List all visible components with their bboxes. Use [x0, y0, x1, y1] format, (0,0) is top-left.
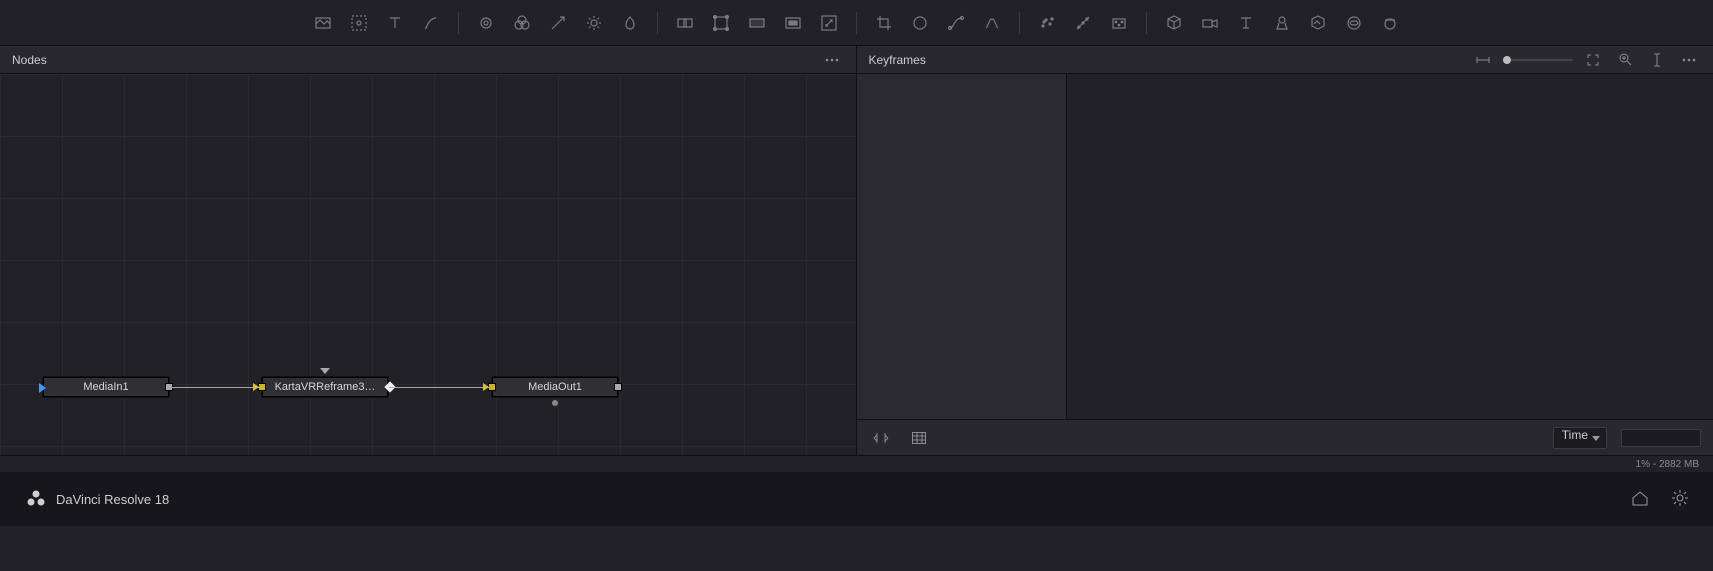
node-label: MediaIn1: [83, 381, 128, 393]
text-icon[interactable]: [378, 6, 412, 40]
fit-vert-icon[interactable]: [1645, 48, 1669, 72]
fit-horiz-icon[interactable]: [1471, 48, 1495, 72]
resize-icon[interactable]: [812, 6, 846, 40]
status-bar: 1% - 2882 MB: [0, 456, 1713, 472]
background-icon[interactable]: [306, 6, 340, 40]
keyer-icon[interactable]: [541, 6, 575, 40]
time-mode-select[interactable]: Time: [1553, 427, 1607, 449]
settings-icon[interactable]: [1671, 489, 1689, 510]
ellipse-icon[interactable]: [903, 6, 937, 40]
brightness-icon[interactable]: [577, 6, 611, 40]
polygon-icon[interactable]: [975, 6, 1009, 40]
app-brand: DaVinci Resolve 18: [0, 489, 169, 509]
zoom-slider[interactable]: [1503, 59, 1573, 61]
spotlight-icon[interactable]: [1265, 6, 1299, 40]
renderer3d-icon[interactable]: [1337, 6, 1371, 40]
node-label: KartaVRReframe3…: [275, 381, 376, 393]
text3d-icon[interactable]: [1229, 6, 1263, 40]
rectangle-icon[interactable]: [740, 6, 774, 40]
merge-icon[interactable]: [668, 6, 702, 40]
time-offset-field[interactable]: [1621, 429, 1701, 447]
node-label: MediaOut1: [528, 381, 582, 393]
image3d-icon[interactable]: [1301, 6, 1335, 40]
nodes-panel-title: Nodes: [12, 53, 47, 67]
node-n1[interactable]: MediaIn1: [42, 376, 170, 398]
blur-icon[interactable]: [469, 6, 503, 40]
app-name-label: DaVinci Resolve 18: [56, 492, 169, 507]
particles-icon[interactable]: [1030, 6, 1064, 40]
keyframes-panel-header: Keyframes: [857, 46, 1713, 74]
keyframes-options-icon[interactable]: [1677, 48, 1701, 72]
keyframes-panel-title: Keyframes: [869, 53, 926, 67]
nodes-panel-header: Nodes: [0, 46, 856, 74]
node-n2[interactable]: KartaVRReframe3…: [261, 376, 389, 398]
node-n3[interactable]: MediaOut1: [491, 376, 619, 398]
memory-status: 1% - 2882 MB: [1636, 459, 1699, 470]
node-graph[interactable]: MediaIn1 KartaVRReframe3… MediaOut1: [0, 74, 856, 455]
time-mode-label: Time: [1562, 428, 1588, 442]
home-icon[interactable]: [1631, 489, 1649, 510]
prender-icon[interactable]: [1102, 6, 1136, 40]
transform-icon[interactable]: [704, 6, 738, 40]
keyframe-timeline[interactable]: [1067, 74, 1713, 419]
crop-icon[interactable]: [867, 6, 901, 40]
paint-icon[interactable]: [414, 6, 448, 40]
fullscreen-icon[interactable]: [1581, 48, 1605, 72]
nodes-options-icon[interactable]: [820, 48, 844, 72]
fusion-toolbar: [0, 0, 1713, 46]
keyframe-tree[interactable]: [857, 74, 1067, 419]
shape3d-icon[interactable]: [1157, 6, 1191, 40]
keyframe-footer: Time: [857, 419, 1713, 455]
pemit-icon[interactable]: [1066, 6, 1100, 40]
hue-icon[interactable]: [613, 6, 647, 40]
camera3d-icon[interactable]: [1193, 6, 1227, 40]
spreadsheet-icon[interactable]: [907, 426, 931, 450]
merge3d-icon[interactable]: [1373, 6, 1407, 40]
matte-icon[interactable]: [776, 6, 810, 40]
tracker-icon[interactable]: [342, 6, 376, 40]
snap-icon[interactable]: [869, 426, 893, 450]
zoom-fit-icon[interactable]: [1613, 48, 1637, 72]
bspline-icon[interactable]: [939, 6, 973, 40]
color-corrector-icon[interactable]: [505, 6, 539, 40]
